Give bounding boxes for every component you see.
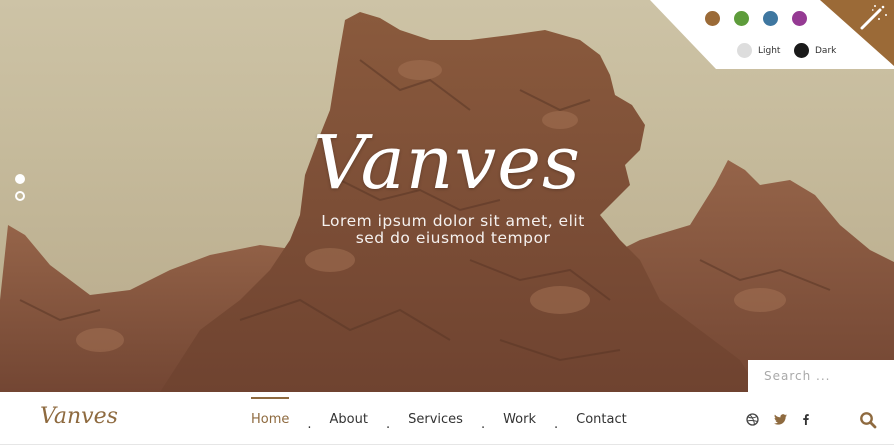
light-mode-circle [737,43,752,58]
nav-item-about[interactable]: About [330,410,368,427]
style-switcher-toggle[interactable] [820,0,894,66]
search-box [748,360,894,392]
facebook-icon[interactable] [801,412,811,426]
twitter-icon[interactable] [773,412,787,426]
slider-dot-1[interactable] [15,174,25,184]
nav-item-home[interactable]: Home [251,397,290,427]
hero-subtitle: Lorem ipsum dolor sit amet, elit sed do … [0,213,894,247]
hero-title: Vanves [313,120,581,206]
menu-separator: . [307,417,312,432]
style-switcher: Light Dark [650,0,894,69]
color-swatch-purple[interactable] [792,11,807,26]
page: Vanves Lorem ipsum dolor sit amet, elit … [0,0,894,445]
navbar: Vanves Home . About . Services . Work . … [0,392,894,445]
main-menu: Home . About . Services . Work . Contact [251,392,627,445]
color-swatch-green[interactable] [734,11,749,26]
nav-item-services[interactable]: Services [408,410,463,427]
dribbble-icon[interactable] [745,412,759,426]
search-input[interactable] [748,360,894,392]
nav-item-work[interactable]: Work [503,410,536,427]
magic-wand-icon [820,0,894,66]
slider-dot-2[interactable] [15,191,25,201]
menu-separator: . [554,417,559,432]
color-swatch-blue[interactable] [763,11,778,26]
menu-separator: . [385,417,391,432]
dark-mode-circle [794,43,809,58]
nav-item-contact[interactable]: Contact [576,410,627,427]
hero-subtitle-line-1: Lorem ipsum dolor sit amet, elit [321,212,585,230]
light-mode-label: Light [758,45,781,56]
light-mode-option[interactable]: Light [737,43,780,58]
menu-separator: . [480,417,486,432]
color-swatch-brown[interactable] [705,11,720,26]
search-icon[interactable] [859,411,877,429]
brand-logo[interactable]: Vanves [40,404,118,429]
hero-subtitle-line-2: sed do eiusmod tempor [355,229,551,247]
